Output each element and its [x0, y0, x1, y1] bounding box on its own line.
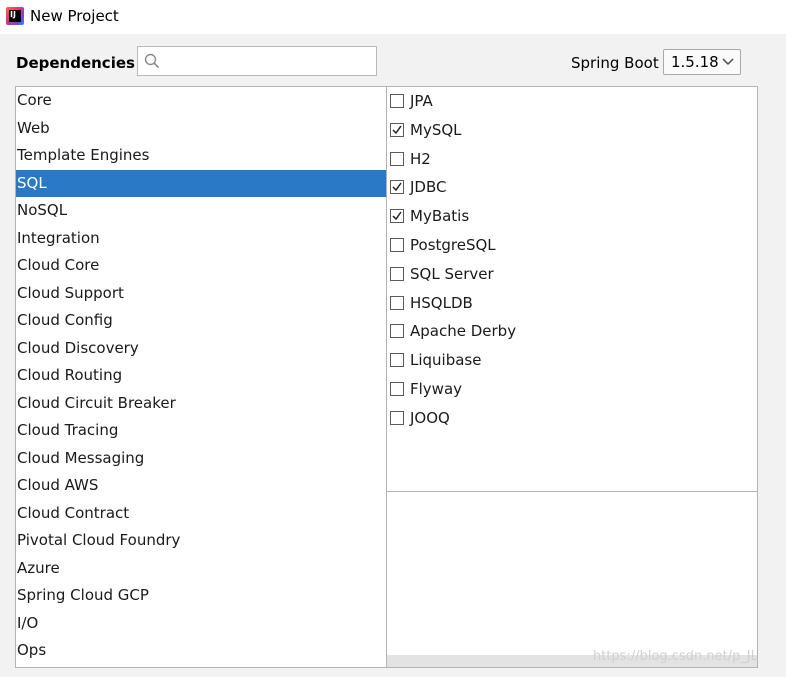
dependency-item[interactable]: JOOQ [387, 404, 757, 433]
category-item[interactable]: NoSQL [16, 197, 386, 225]
dependency-detail-pane [386, 491, 758, 668]
dependency-checkbox[interactable] [390, 353, 404, 368]
dependency-item[interactable]: MySQL [387, 116, 757, 145]
window-title: New Project [30, 7, 119, 25]
intellij-idea-icon: IJ [6, 7, 24, 25]
dependency-checkbox[interactable] [390, 410, 404, 425]
dependency-label: JDBC [410, 178, 447, 197]
search-icon [144, 53, 160, 69]
category-item[interactable]: Cloud Messaging [16, 445, 386, 473]
dependency-label: Apache Derby [410, 322, 517, 341]
category-item[interactable]: Cloud Tracing [16, 417, 386, 445]
search-input[interactable] [166, 49, 374, 75]
dependency-item[interactable]: JDBC [387, 173, 757, 202]
dependency-checkbox[interactable] [390, 122, 404, 137]
category-item[interactable]: Ops [16, 637, 386, 665]
title-bar: IJ New Project [0, 0, 786, 34]
dependency-item[interactable]: HSQLDB [387, 289, 757, 318]
dependency-checkbox[interactable] [390, 180, 404, 195]
dependency-checkbox[interactable] [390, 295, 404, 310]
dependency-list: JPA MySQL H2 JDBC MyBatis PostgreSQL SQL Serve… [386, 86, 758, 492]
dependency-item[interactable]: SQL Server [387, 260, 757, 289]
dependency-label: PostgreSQL [410, 235, 496, 254]
dependency-label: H2 [410, 149, 431, 168]
dependency-label: SQL Server [410, 264, 494, 283]
category-item[interactable]: Core [16, 87, 386, 115]
dependency-item[interactable]: H2 [387, 145, 757, 174]
category-item[interactable]: Cloud Routing [16, 362, 386, 390]
category-item[interactable]: I/O [16, 610, 386, 638]
category-item[interactable]: Cloud Circuit Breaker [16, 390, 386, 418]
checkmark-icon [392, 211, 402, 221]
category-item[interactable]: Azure [16, 555, 386, 583]
category-item[interactable]: Cloud Discovery [16, 335, 386, 363]
category-item[interactable]: Cloud Config [16, 307, 386, 335]
dependency-label: Liquibase [410, 351, 482, 370]
spring-boot-version-select[interactable]: 1.5.18 [663, 49, 741, 75]
category-item[interactable]: SQL [16, 169, 386, 197]
chevron-down-icon [722, 58, 734, 65]
dependency-checkbox[interactable] [390, 237, 404, 252]
category-item[interactable]: Pivotal Cloud Foundry [16, 527, 386, 555]
category-item[interactable]: Template Engines [16, 142, 386, 170]
dependency-label: Flyway [410, 379, 463, 398]
category-item[interactable]: Cloud AWS [16, 472, 386, 500]
category-item[interactable]: Cloud Contract [16, 500, 386, 528]
dependency-label: JOOQ [410, 408, 450, 427]
checkmark-icon [392, 125, 402, 134]
dependency-checkbox[interactable] [390, 266, 404, 281]
watermark: https://blog.csdn.net/p_JL [593, 649, 758, 664]
spring-boot-label: Spring Boot [571, 54, 659, 72]
dependency-item[interactable]: PostgreSQL [387, 231, 757, 260]
category-item[interactable]: Cloud Support [16, 280, 386, 308]
dependency-item[interactable]: JPA [387, 87, 757, 116]
dependency-item[interactable]: Liquibase [387, 346, 757, 375]
category-item[interactable]: Cloud Core [16, 252, 386, 280]
dependency-label: MyBatis [410, 207, 470, 226]
category-item[interactable]: Integration [16, 225, 386, 253]
dependency-item[interactable]: MyBatis [387, 202, 757, 231]
search-field[interactable] [137, 46, 377, 76]
checkmark-icon [392, 182, 402, 192]
dependency-label: JPA [410, 92, 433, 110]
dependency-checkbox[interactable] [390, 324, 404, 339]
spring-boot-version-value: 1.5.18 [671, 53, 719, 71]
dependency-label: HSQLDB [410, 293, 473, 312]
dependency-label: MySQL [410, 120, 462, 139]
category-item[interactable]: Spring Cloud GCP [16, 582, 386, 610]
dependency-item[interactable]: Flyway [387, 375, 757, 404]
dependency-checkbox[interactable] [390, 381, 404, 396]
dependency-checkbox[interactable] [390, 209, 404, 224]
dependency-item[interactable]: Apache Derby [387, 317, 757, 346]
category-item[interactable]: Web [16, 115, 386, 143]
dependencies-label: Dependencies [16, 54, 135, 72]
dependency-checkbox[interactable] [390, 94, 404, 108]
category-list: Core Web Template Engines SQL NoSQL Integrati… [15, 86, 387, 668]
dependency-checkbox[interactable] [390, 151, 404, 166]
